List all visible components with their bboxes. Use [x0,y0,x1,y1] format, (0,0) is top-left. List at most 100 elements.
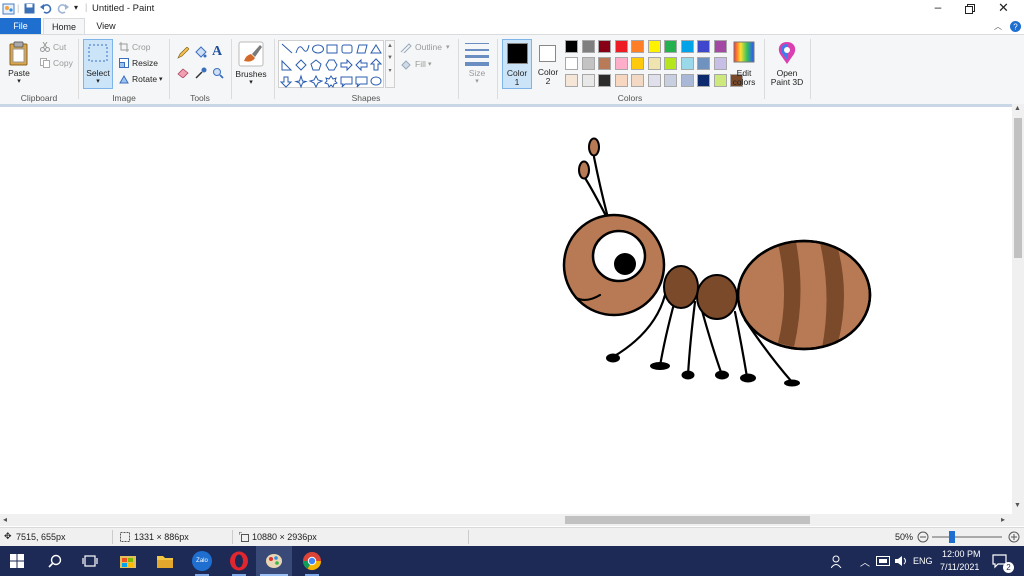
pencil-icon[interactable] [177,47,189,59]
palette-swatch[interactable] [713,57,727,70]
windows-start-icon[interactable] [10,554,24,568]
clock-date[interactable]: 7/11/2021 [940,562,979,572]
cut-icon[interactable] [40,42,50,52]
edit-colors-icon[interactable] [733,41,755,63]
palette-swatch[interactable] [581,40,595,53]
show-hidden-icons-icon[interactable]: ︿ [860,554,870,569]
palette-swatch[interactable] [631,57,644,70]
color-picker-icon[interactable] [195,67,207,79]
palette-swatch[interactable] [680,40,694,53]
palette-swatch[interactable] [664,74,677,87]
volume-icon[interactable] [894,555,908,567]
tab-file[interactable]: File [0,18,41,34]
redo-icon[interactable] [57,3,69,14]
zoom-in-icon[interactable] [1008,531,1020,543]
shapes-scroll-down-icon[interactable]: ▼ [386,55,394,61]
horizontal-scroll-thumb[interactable] [565,516,810,524]
outline-icon[interactable] [400,43,412,53]
search-icon[interactable] [48,554,62,568]
copy-icon[interactable] [40,58,50,68]
collapse-ribbon-icon[interactable]: ︿ [994,21,1002,32]
palette-swatch[interactable] [598,57,611,70]
palette-swatch[interactable] [664,40,677,53]
restore-button[interactable] [965,4,975,14]
shapes-scroll[interactable]: ▲ ▼ ▾ [385,40,395,88]
text-tool-icon[interactable]: A [212,44,222,60]
people-icon[interactable] [831,555,845,568]
horizontal-scrollbar[interactable]: ◂ ▸ [0,514,1012,526]
edit-colors-line2[interactable]: colors [728,77,760,87]
shapes-expand-icon[interactable]: ▾ [386,67,394,74]
palette-swatch[interactable] [565,57,578,70]
size-icon[interactable] [465,41,489,67]
rotate-icon[interactable] [119,74,129,84]
palette-swatch[interactable] [581,74,595,87]
fill-bucket-icon[interactable] [194,46,207,59]
vertical-scrollbar[interactable]: ▲ ▼ [1012,104,1024,514]
palette-swatch[interactable] [647,40,661,53]
palette-swatch[interactable] [713,74,727,87]
palette-swatch[interactable] [697,40,710,53]
palette-swatch[interactable] [565,74,578,87]
zoom-slider-thumb[interactable] [949,531,955,543]
cut-button[interactable]: Cut [53,42,66,52]
outline-button[interactable]: Outline [415,42,442,52]
opera-app-icon[interactable] [229,551,249,571]
paint3d-icon[interactable] [776,41,798,65]
chrome-app-icon[interactable] [302,551,322,571]
undo-icon[interactable] [40,3,52,14]
magnifier-icon[interactable] [212,67,224,79]
palette-swatch[interactable] [647,57,661,70]
input-language[interactable]: ENG [913,556,933,566]
network-icon[interactable] [876,556,890,566]
fill-button[interactable]: Fill [415,59,426,69]
resize-button[interactable]: Resize [132,58,158,68]
paste-dropdown-icon[interactable]: ▾ [4,77,34,85]
palette-swatch[interactable] [697,57,710,70]
save-icon[interactable] [24,3,35,14]
scroll-up-icon[interactable]: ▲ [1014,105,1021,112]
shapes-scroll-up-icon[interactable]: ▲ [386,43,394,49]
minimize-button[interactable]: – [932,0,944,14]
rotate-dropdown-icon[interactable]: ▾ [159,75,163,83]
palette-swatch[interactable] [598,40,611,53]
palette-swatch[interactable] [598,74,611,87]
palette-swatch[interactable] [680,74,694,87]
copy-button[interactable]: Copy [53,58,73,68]
close-button[interactable]: ✕ [998,0,1009,16]
brushes-dropdown-icon[interactable]: ▾ [234,78,268,86]
palette-swatch[interactable] [664,57,677,70]
palette-swatch[interactable] [697,74,710,87]
help-icon[interactable]: ? [1010,21,1021,32]
scroll-down-icon[interactable]: ▼ [1014,502,1021,509]
zalo-app-icon[interactable]: Zalo [192,551,212,571]
drawing-canvas[interactable] [0,104,1012,514]
palette-swatch[interactable] [581,57,595,70]
zoom-out-icon[interactable] [917,531,929,543]
clock-time[interactable]: 12:00 PM [942,549,981,559]
color2-button[interactable]: Color 2 [534,39,562,89]
resize-icon[interactable] [119,58,129,68]
fill-icon[interactable] [400,59,412,70]
paint3d-line2[interactable]: Paint 3D [766,77,808,87]
color1-button[interactable]: Color 1 [502,39,532,89]
paint-taskbar-button[interactable] [256,546,292,576]
palette-swatch[interactable] [680,57,694,70]
scroll-left-icon[interactable]: ◂ [3,515,7,524]
size-dropdown-icon[interactable]: ▾ [462,77,492,85]
palette-swatch[interactable] [614,74,628,87]
brushes-icon[interactable] [238,41,264,67]
paint-app-icon[interactable] [2,2,16,16]
outline-dropdown-icon[interactable]: ▾ [446,43,450,51]
palette-swatch[interactable] [631,74,644,87]
palette-swatch[interactable] [565,40,578,53]
palette-swatch[interactable] [713,40,727,53]
task-view-icon[interactable] [82,554,98,568]
tab-home[interactable]: Home [43,18,85,34]
fill-dropdown-icon[interactable]: ▾ [428,60,432,68]
zoom-slider-track[interactable] [932,536,1002,538]
crop-button[interactable]: Crop [132,42,150,52]
paste-icon[interactable] [8,41,30,67]
rotate-button[interactable]: Rotate [132,74,157,84]
tab-view[interactable]: View [88,18,124,34]
